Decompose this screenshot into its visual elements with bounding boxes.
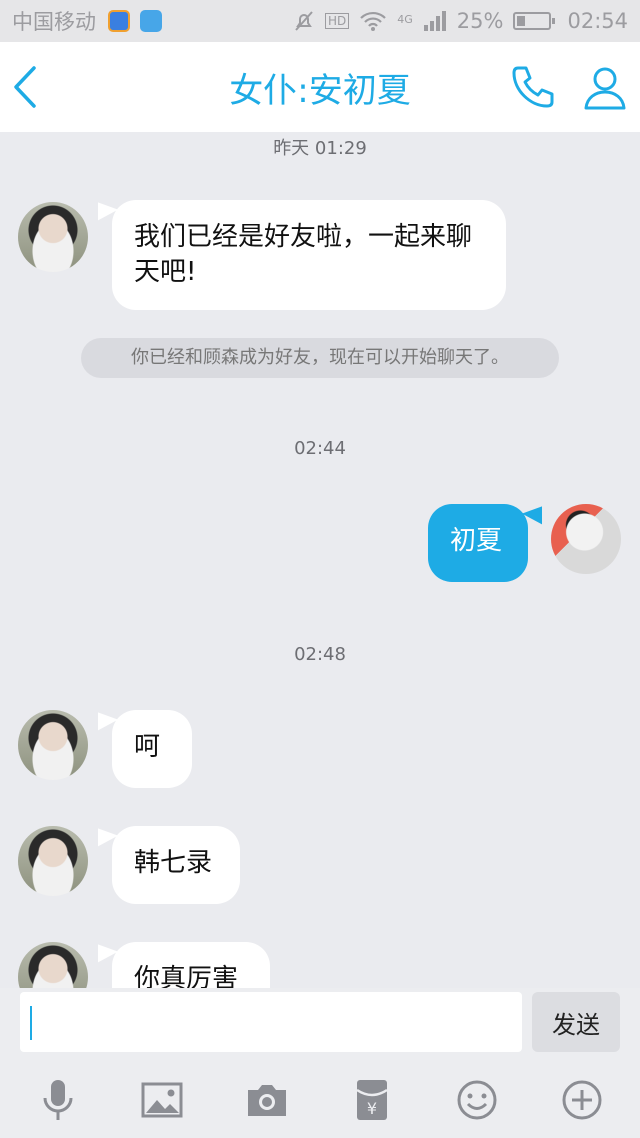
hd-badge: HD <box>324 13 350 29</box>
chat-title: 女仆:安初夏 <box>229 70 411 111</box>
network-type: 4G <box>397 13 413 26</box>
timestamp: 02:44 <box>294 438 346 459</box>
text-cursor <box>30 1006 32 1040</box>
incoming-message-bubble[interactable]: 我们已经是好友啦，一起来聊天吧! <box>112 200 506 310</box>
mic-icon[interactable] <box>36 1078 80 1122</box>
system-notice: 你已经和顾森成为好友，现在可以开始聊天了。 <box>81 338 559 378</box>
emoji-icon[interactable] <box>455 1078 499 1122</box>
timestamp: 02:48 <box>294 644 346 665</box>
message-composer: 发送 <box>0 988 640 1060</box>
timestamp: 昨天 01:29 <box>273 138 367 159</box>
contact-avatar[interactable] <box>18 202 88 272</box>
input-toolbar: ¥ <box>0 1060 640 1138</box>
outgoing-message-bubble[interactable]: 初夏 <box>428 504 528 582</box>
contact-avatar[interactable] <box>18 942 88 988</box>
my-avatar[interactable] <box>551 504 621 574</box>
status-bar: 中国移动 HD 4G 25% 02:54 <box>0 0 640 42</box>
incoming-message-bubble[interactable]: 呵 <box>112 710 192 788</box>
plus-icon[interactable] <box>560 1078 604 1122</box>
chat-history[interactable]: 昨天 01:29 我们已经是好友啦，一起来聊天吧! 你已经和顾森成为好友，现在可… <box>0 132 640 988</box>
app-notification-icon <box>108 10 130 32</box>
battery-icon <box>513 12 556 30</box>
app-notification-icon <box>140 10 162 32</box>
carrier-name: 中国移动 <box>12 10 96 34</box>
mute-icon <box>295 11 313 31</box>
signal-icon <box>423 11 446 31</box>
svg-text:¥: ¥ <box>367 1099 377 1118</box>
back-button[interactable] <box>8 64 44 110</box>
contact-avatar[interactable] <box>18 826 88 896</box>
camera-icon[interactable] <box>245 1078 289 1122</box>
phone-call-button[interactable] <box>508 62 558 112</box>
contact-profile-button[interactable] <box>580 62 630 112</box>
incoming-message-bubble[interactable]: 韩七录 <box>112 826 240 904</box>
send-button[interactable]: 发送 <box>532 992 620 1052</box>
clock: 02:54 <box>567 9 628 33</box>
incoming-message-bubble[interactable]: 你真厉害 <box>112 942 270 988</box>
contact-avatar[interactable] <box>18 710 88 780</box>
red-packet-icon[interactable]: ¥ <box>350 1078 394 1122</box>
battery-percent: 25% <box>456 9 504 33</box>
wifi-icon <box>360 11 387 31</box>
message-input[interactable] <box>20 992 522 1052</box>
image-icon[interactable] <box>140 1078 184 1122</box>
chat-header: 女仆:安初夏 <box>0 42 640 132</box>
